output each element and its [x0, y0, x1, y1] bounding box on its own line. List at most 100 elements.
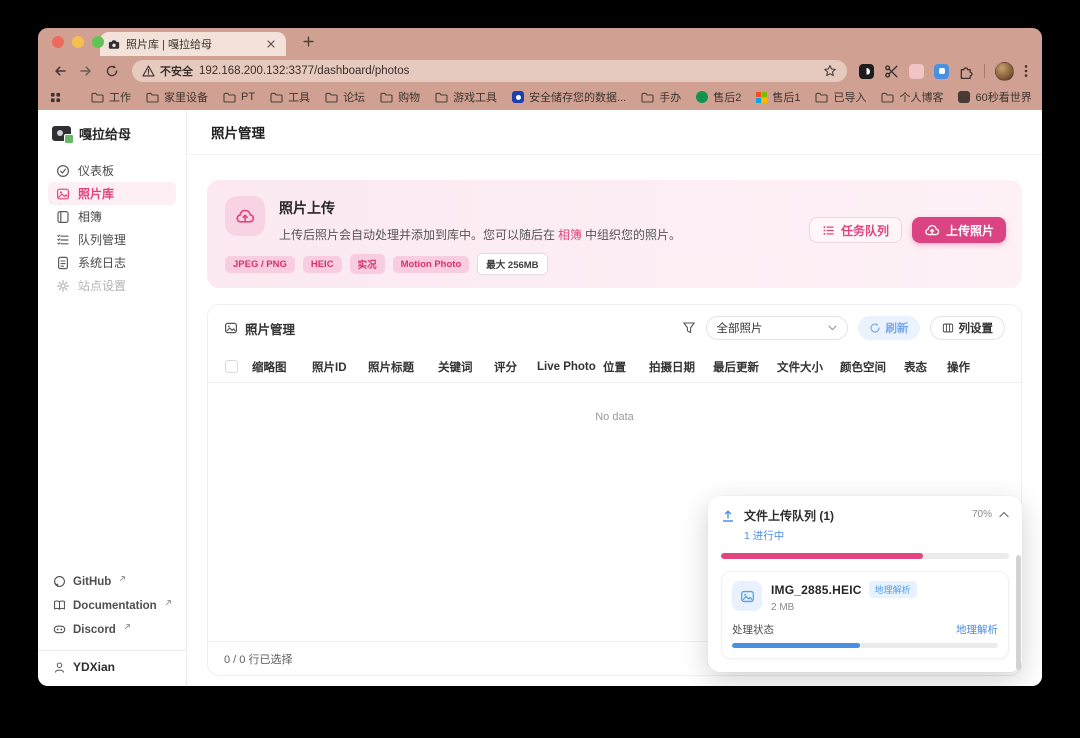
bookmark-item[interactable]: 手办: [641, 89, 681, 105]
upload-photos-button[interactable]: 上传照片: [912, 217, 1006, 243]
discord-link[interactable]: Discord: [48, 619, 176, 640]
refresh-icon: [869, 322, 881, 334]
blue-extension-icon[interactable]: [934, 64, 949, 79]
bookmark-item[interactable]: 个人博客: [881, 89, 943, 105]
table-header-row: 缩略图 照片ID 照片标题 关键词 评分 Live Photo 位置 拍摄日期 …: [208, 351, 1021, 383]
sidebar-item-queue-management[interactable]: 队列管理: [48, 228, 176, 251]
column-header-actions: 操作: [947, 359, 983, 375]
apps-grid-icon[interactable]: [50, 92, 61, 103]
profile-avatar[interactable]: [995, 62, 1014, 81]
minimize-window-button[interactable]: [72, 36, 84, 48]
address-bar[interactable]: 不安全 192.168.200.132:3377/dashboard/photo…: [132, 60, 847, 82]
new-tab-button[interactable]: [296, 30, 320, 54]
sidebar-item-label: 相簿: [78, 208, 102, 225]
browser-tab[interactable]: 照片库 | 嘎拉给母: [100, 32, 286, 56]
bookmark-item[interactable]: PT: [223, 91, 255, 103]
bookmark-star-icon[interactable]: [823, 64, 837, 78]
queue-in-progress-text: 1 进行中: [744, 528, 834, 543]
sidebar-item-system-logs[interactable]: 系统日志: [48, 251, 176, 274]
bookmark-item[interactable]: 售后2: [696, 89, 741, 105]
sidebar-item-albums[interactable]: 相簿: [48, 205, 176, 228]
documentation-link[interactable]: Documentation: [48, 595, 176, 616]
bookmark-item[interactable]: 论坛: [325, 89, 365, 105]
upload-queue-item: IMG_2885.HEIC 地理解析 2 MB 处理状态 地理解析: [721, 571, 1009, 659]
refresh-button[interactable]: 刷新: [858, 316, 920, 340]
task-list-icon: [822, 224, 835, 237]
external-link-icon: [124, 623, 131, 630]
bookmark-label: 60秒看世界: [975, 89, 1031, 105]
banner-description: 上传后照片会自动处理并添加到库中。您可以随后在相簿中组织您的照片。: [279, 226, 681, 243]
processing-status-label: 处理状态: [732, 622, 774, 637]
shears-extension-icon[interactable]: [884, 64, 899, 79]
tab-close-icon[interactable]: [264, 37, 278, 51]
task-queue-label: 任务队列: [841, 222, 889, 239]
filter-funnel-icon[interactable]: [682, 321, 696, 335]
sidebar-item-label: 队列管理: [78, 231, 126, 248]
pink-extension-icon[interactable]: [909, 64, 924, 79]
bookmark-item[interactable]: 工具: [270, 89, 310, 105]
bookmark-item[interactable]: 60秒看世界: [958, 89, 1031, 105]
sidebar-item-photo-library[interactable]: 照片库: [48, 182, 176, 205]
select-all-checkbox[interactable]: [225, 360, 238, 373]
table-card-title: 照片管理: [224, 319, 295, 338]
bookmark-item[interactable]: 安全储存您的数据...: [512, 89, 626, 105]
banner-desc-text: 上传后照片会自动处理并添加到库中。您可以随后在: [279, 228, 555, 242]
security-chip[interactable]: 不安全: [142, 63, 193, 79]
table-card-header: 照片管理 全部照片 刷新: [208, 305, 1021, 351]
column-header-thumbnail: 缩略图: [252, 359, 312, 375]
bookmark-item[interactable]: 售后1: [756, 89, 800, 105]
upload-photos-label: 上传照片: [946, 222, 994, 239]
tab-strip: 照片库 | 嘎拉给母: [38, 28, 1042, 56]
security-label: 不安全: [160, 63, 193, 79]
bookmark-item[interactable]: 购物: [380, 89, 420, 105]
bookmark-item[interactable]: 游戏工具: [435, 89, 497, 105]
sidebar-external-links: GitHub Documentation Discord: [48, 571, 176, 646]
link-label: Documentation: [73, 600, 157, 612]
filter-selected-value: 全部照片: [717, 320, 763, 336]
column-header-last-updated: 最后更新: [713, 359, 777, 375]
cloud-upload-icon: [235, 207, 255, 225]
processing-status-value[interactable]: 地理解析: [956, 622, 998, 637]
zoom-window-button[interactable]: [92, 36, 104, 48]
albums-inline-link[interactable]: 相簿: [558, 228, 582, 242]
bookmark-item[interactable]: 家里设备: [146, 89, 208, 105]
forward-button[interactable]: [74, 59, 98, 83]
file-size: 2 MB: [771, 602, 917, 613]
bookmark-item[interactable]: 工作: [91, 89, 131, 105]
app-brand[interactable]: 嘎拉给母: [48, 122, 176, 159]
item-progress-track: [732, 643, 998, 648]
news-app-icon: [958, 91, 970, 103]
scrollbar-thumb[interactable]: [1016, 555, 1021, 670]
photo-filter-select[interactable]: 全部照片: [706, 316, 848, 340]
reload-button[interactable]: [100, 59, 124, 83]
column-header-capture-date: 拍摄日期: [649, 359, 713, 375]
sidebar-item-label: 系统日志: [78, 254, 126, 271]
close-window-button[interactable]: [52, 36, 64, 48]
microsoft-icon: [756, 92, 767, 103]
queue-progress-track: [721, 553, 1009, 559]
item-progress-fill: [732, 643, 860, 648]
sidebar-item-site-settings[interactable]: 站点设置: [48, 274, 176, 297]
green-app-icon: [696, 91, 708, 103]
extensions-puzzle-icon[interactable]: [959, 64, 974, 79]
task-queue-button[interactable]: 任务队列: [809, 217, 902, 243]
bookmark-label: 购物: [398, 89, 420, 105]
sidebar-item-label: 仪表板: [78, 162, 114, 179]
darkreader-extension-icon[interactable]: [859, 64, 874, 79]
back-button[interactable]: [48, 59, 72, 83]
sidebar-item-dashboard[interactable]: 仪表板: [48, 159, 176, 182]
app-sidebar: 嘎拉给母 仪表板 照片库 相簿 队列管理 系统日志 站点设置 GitHub Do…: [38, 110, 187, 686]
column-settings-button[interactable]: 列设置: [930, 316, 1006, 340]
refresh-label: 刷新: [886, 320, 909, 336]
external-link-icon: [165, 599, 172, 606]
upload-tray-icon: [721, 509, 735, 523]
toolbar-divider: [984, 64, 985, 78]
upload-cloud-iconbox: [225, 196, 265, 236]
bookmark-item[interactable]: 已导入: [815, 89, 866, 105]
tab-title: 照片库 | 嘎拉给母: [126, 36, 258, 52]
user-menu[interactable]: YDXian: [48, 660, 176, 676]
user-icon: [53, 661, 66, 674]
browser-menu-icon[interactable]: [1024, 64, 1028, 78]
collapse-chevron-icon[interactable]: [999, 511, 1009, 518]
github-link[interactable]: GitHub: [48, 571, 176, 592]
